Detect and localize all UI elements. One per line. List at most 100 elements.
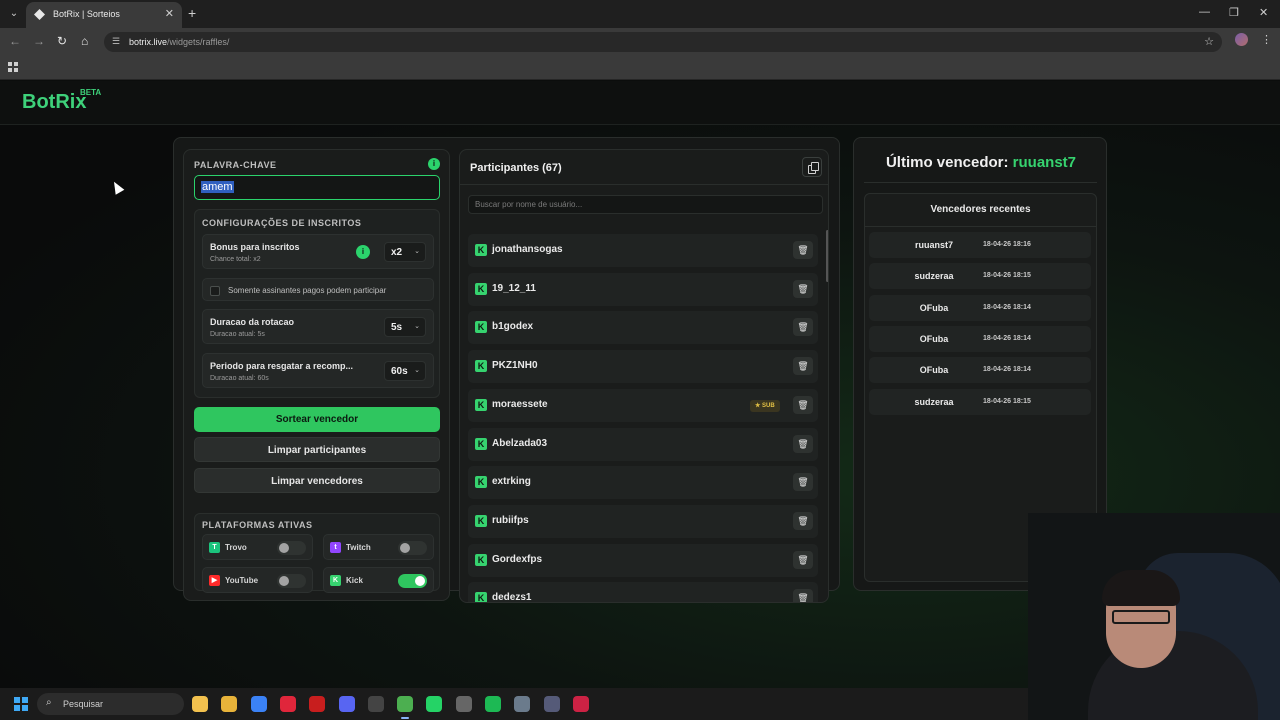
forward-button[interactable]: → [33, 34, 45, 48]
settings-panel: PALAVRA-CHAVE i amem CONFIGURAÇÕES DE IN… [183, 149, 450, 601]
minimize-button[interactable]: — [1199, 6, 1210, 18]
audio-icon[interactable] [543, 696, 560, 712]
tab-search-icon[interactable]: ⌄ [6, 6, 22, 22]
participant-name: 19_12_11 [492, 282, 536, 294]
divider [460, 184, 828, 185]
trash-icon[interactable]: 🗑 [793, 550, 813, 569]
trash-icon[interactable]: 🗑 [793, 318, 813, 337]
recent-winner-date: 18-04-26 18:14 [983, 303, 1031, 311]
trash-icon[interactable]: 🗑 [793, 357, 813, 376]
new-tab-button[interactable]: + [188, 5, 196, 21]
platform-name: Kick [346, 576, 363, 585]
keyword-info-icon[interactable]: i [428, 158, 440, 170]
back-button[interactable]: ← [9, 34, 21, 48]
toggle-knob [415, 576, 425, 586]
windows-start-icon[interactable] [14, 697, 28, 711]
draw-winner-button[interactable]: Sortear vencedor [194, 407, 440, 432]
twitch-icon: t [330, 542, 341, 553]
recent-winner-name: sudzeraa [914, 271, 954, 282]
site-info-icon[interactable]: ☰ [112, 36, 120, 47]
active-platforms: PLATAFORMAS ATIVAS T Trovo t Twitch ▶ YouTube… [194, 513, 440, 593]
platform-toggle[interactable] [398, 541, 427, 555]
kick-icon: K [330, 575, 341, 586]
participant-row: K Gordexfps 🗑 [468, 543, 818, 577]
recent-winner-row: ruuanst7 18-04-26 18:16 [869, 232, 1091, 258]
file-explorer-icon[interactable] [192, 696, 208, 712]
chevron-down-icon: ⌄ [414, 323, 420, 330]
trovo-icon: T [209, 542, 220, 553]
recent-winner-date: 18-04-26 18:15 [983, 272, 1031, 280]
chrome-icon[interactable] [397, 696, 414, 712]
claim-period-select[interactable]: 60s ⌄ [384, 361, 426, 381]
clear-winners-button[interactable]: Limpar vencedores [194, 468, 440, 493]
browser-menu-icon[interactable]: ⋮ [1261, 33, 1272, 46]
bonus-info-icon[interactable]: i [356, 245, 370, 259]
paid-only-row[interactable]: Somente assinantes pagos podem participa… [202, 278, 434, 301]
clear-participants-button[interactable]: Limpar participantes [194, 437, 440, 462]
spotify-icon[interactable] [485, 696, 501, 712]
profile-avatar[interactable] [1235, 33, 1248, 46]
kick-icon: K [475, 244, 487, 256]
app-red-icon[interactable] [309, 696, 326, 712]
platform-youtube: ▶ YouTube [202, 567, 313, 593]
last-winner-heading: Último vencedor: ruuanst7 [854, 154, 1108, 171]
divider [865, 226, 1096, 227]
trash-icon[interactable]: 🗑 [793, 511, 813, 530]
participant-row: Kmoraessete ★ SUB 🗑 [468, 388, 818, 422]
trash-icon[interactable]: 🗑 [793, 241, 813, 259]
participants-scrollbar[interactable] [826, 230, 828, 282]
active-platforms-title: PLATAFORMAS ATIVAS [202, 520, 313, 530]
toggle-knob [400, 543, 410, 553]
windows-taskbar: ⌕ Pesquisar [0, 688, 1028, 720]
platform-toggle[interactable] [398, 574, 427, 588]
keyword-selected-text: amem [201, 181, 234, 193]
participant-name: Abelzada03 [492, 437, 548, 449]
folder-icon[interactable] [221, 696, 238, 712]
participant-search-input[interactable] [468, 195, 823, 214]
reload-button[interactable]: ↻ [57, 34, 67, 48]
store-icon[interactable] [250, 696, 267, 712]
kick-icon: K [475, 437, 487, 450]
youtube-icon: ▶ [209, 575, 220, 586]
paid-only-checkbox[interactable] [210, 286, 220, 296]
botrix-logo[interactable]: BotRix [22, 91, 86, 114]
settings-icon[interactable] [514, 696, 531, 712]
maximize-button[interactable]: ❐ [1229, 6, 1239, 19]
apps-grid-icon[interactable] [8, 62, 18, 72]
adobe-icon[interactable] [572, 696, 589, 712]
discord-icon[interactable] [338, 696, 355, 712]
bonus-select[interactable]: x2 ⌄ [384, 242, 426, 262]
kick-icon: K [475, 360, 487, 373]
whatsapp-icon[interactable] [426, 696, 443, 712]
omnibox[interactable]: ☰ botrix.live/widgets/raffles/ ☆ [104, 32, 1222, 52]
opera-icon[interactable] [279, 696, 296, 712]
bonus-value: x2 [391, 247, 403, 258]
keyword-label: PALAVRA-CHAVE [194, 160, 277, 170]
trash-icon[interactable]: 🗑 [793, 589, 813, 602]
trash-icon[interactable]: 🗑 [793, 395, 813, 414]
rotation-subtitle: Duracao atual: 5s [210, 331, 265, 338]
last-winner-name: ruuanst7 [1012, 154, 1077, 171]
address-bar: ← → ↻ ⌂ ☰ botrix.live/widgets/raffles/ ☆… [0, 28, 1280, 56]
participant-name: PKZ1NH0 [492, 360, 538, 372]
close-window-button[interactable]: ✕ [1259, 6, 1268, 19]
xbox-icon[interactable] [367, 696, 384, 712]
bookmark-star-icon[interactable]: ☆ [1204, 35, 1214, 48]
platform-toggle[interactable] [277, 574, 306, 588]
paid-only-label: Somente assinantes pagos podem participa… [228, 286, 387, 295]
browser-tab[interactable]: BotRix | Sorteios ✕ [26, 2, 182, 28]
toggle-knob [279, 543, 289, 553]
copy-icon[interactable] [802, 157, 822, 177]
trash-icon[interactable]: 🗑 [793, 434, 813, 453]
platform-toggle[interactable] [277, 541, 306, 555]
trash-icon[interactable]: 🗑 [793, 279, 813, 298]
taskbar-search[interactable]: ⌕ Pesquisar [37, 693, 184, 715]
recent-winner-name: OFuba [919, 333, 949, 344]
tab-close-icon[interactable]: ✕ [165, 7, 174, 20]
search-icon: ⌕ [46, 697, 52, 708]
trash-icon[interactable]: 🗑 [793, 473, 813, 492]
url-text[interactable]: botrix.live/widgets/raffles/ [129, 37, 229, 47]
app-gray-icon[interactable] [455, 696, 472, 712]
rotation-select[interactable]: 5s ⌄ [384, 317, 426, 337]
home-button[interactable]: ⌂ [81, 34, 88, 48]
